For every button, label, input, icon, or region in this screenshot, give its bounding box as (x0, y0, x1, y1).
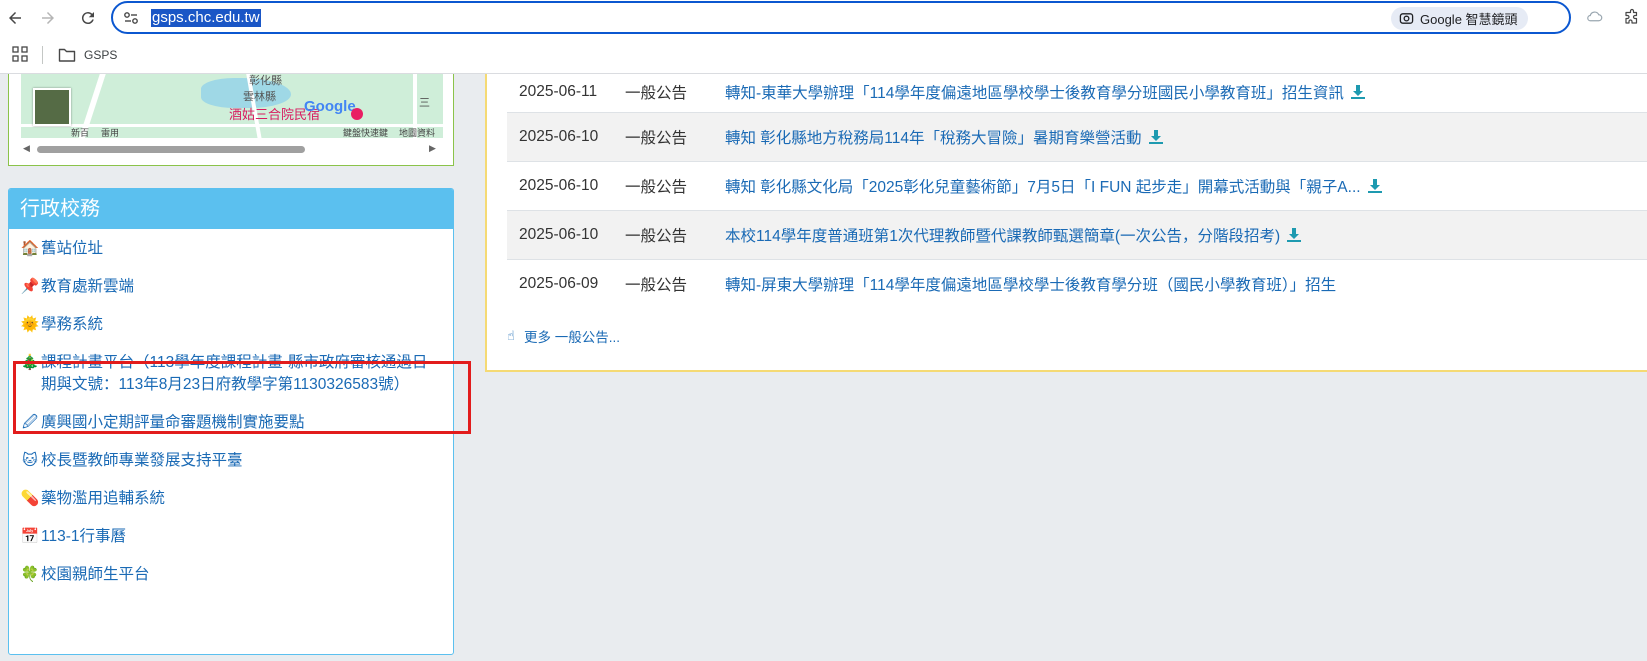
map-label-county: 雲林縣 (243, 91, 276, 103)
admin-link-label[interactable]: 舊站位址 (41, 238, 442, 260)
download-icon[interactable] (1286, 227, 1302, 243)
download-icon[interactable] (1148, 129, 1164, 145)
admin-link-label[interactable]: 廣興國小定期評量命審題機制實施要點 (41, 412, 442, 434)
extension-cloud-icon[interactable] (1586, 8, 1604, 26)
admin-link-label[interactable]: 教育處新雲端 (41, 276, 442, 298)
google-lens-button[interactable]: Google 智慧鏡頭 (1391, 7, 1528, 30)
admin-link-edu-cloud[interactable]: 📌 教育處新雲端 (20, 276, 442, 298)
announcement-title-link[interactable]: 本校114學年度普通班第1次代理教師暨代課教師甄選簡章(一次公告，分階段招考) (725, 224, 1280, 246)
announcement-date: 2025-06-10 (519, 226, 599, 243)
folder-icon (58, 48, 76, 62)
sun-icon: 🌞 (20, 316, 40, 333)
browser-toolbar: gsps.chc.edu.tw Google 智慧鏡頭 (0, 0, 1647, 36)
four-leaf-clover-icon: 🍀 (20, 566, 40, 583)
tree-icon: 🎄 (20, 354, 40, 371)
map-satellite-toggle[interactable] (33, 88, 71, 126)
house-icon: 🏠 (20, 240, 40, 257)
announcement-category: 一般公告 (625, 228, 688, 245)
announcement-category: 一般公告 (625, 179, 688, 196)
lens-icon (1399, 13, 1414, 24)
admin-link-calendar[interactable]: 📅 113-1行事曆 (20, 526, 442, 548)
admin-link-label[interactable]: 藥物濫用追輔系統 (41, 488, 442, 510)
back-arrow-icon (9, 12, 21, 24)
forward-button[interactable] (34, 4, 62, 32)
table-row: 2025-06-10 一般公告 本校114學年度普通班第1次代理教師暨代課教師甄… (507, 210, 1647, 259)
reload-button[interactable] (74, 4, 102, 32)
map-panel: 彰化縣 雲林縣 三 酒姑三合院民宿 Google 新百 雷用 鍵盤快速鍵 地圖資… (8, 74, 454, 166)
announcement-date: 2025-06-10 (519, 128, 599, 145)
announcements-table: 2025-06-11 一般公告 轉知-東華大學辦理「114學年度偏遠地區學校學士… (507, 74, 1647, 308)
map-data-link[interactable]: 地圖資料 (399, 126, 435, 138)
table-row: 2025-06-11 一般公告 轉知-東華大學辦理「114學年度偏遠地區學校學士… (507, 74, 1647, 112)
bookmark-folder-gsps[interactable]: GSPS (58, 45, 117, 65)
admin-link-label[interactable]: 學務系統 (41, 314, 442, 336)
map-label-a: 新百 (71, 128, 90, 138)
admin-link-parent-platform[interactable]: 🍀 校園親師生平台 (20, 564, 442, 586)
map-horizontal-scrollbar[interactable]: ◀ ▶ (21, 142, 443, 154)
announcements-panel: 2025-06-11 一般公告 轉知-東華大學辦理「114學年度偏遠地區學校學士… (485, 74, 1647, 372)
url-text[interactable]: gsps.chc.edu.tw (151, 9, 261, 27)
forward-arrow-icon (42, 12, 54, 24)
admin-link-curriculum-platform[interactable]: 🎄 課程計畫平台（113學年度課程計畫-縣市政府審核通過日期與文號：113年8月… (20, 352, 442, 396)
apps-grid-icon[interactable] (12, 46, 28, 62)
more-announcements-label[interactable]: 更多 一般公告... (524, 326, 620, 346)
table-row: 2025-06-09 一般公告 轉知-屏東大學辦理「114學年度偏遠地區學校學士… (507, 259, 1647, 308)
table-row: 2025-06-10 一般公告 轉知 彰化縣地方稅務局114年「稅務大冒險」暑期… (507, 112, 1647, 161)
bookmarks-divider (42, 46, 43, 64)
bookmarks-bar: GSPS (0, 36, 1647, 74)
map-pin-icon (351, 108, 363, 120)
admin-link-student-affairs[interactable]: 🌞 學務系統 (20, 314, 442, 336)
admin-link-label[interactable]: 校長暨教師專業發展支持平臺 (41, 450, 442, 472)
cat-face-icon: 🐱 (22, 452, 38, 469)
admin-panel: 行政校務 🏠 舊站位址 📌 教育處新雲端 🌞 學務系統 🎄 課程計畫平台（113… (8, 188, 454, 655)
scroll-left-arrow-icon[interactable]: ◀ (23, 143, 30, 154)
admin-link-assessment-rules[interactable]: 🖉 廣興國小定期評量命審題機制實施要點 (20, 412, 442, 434)
admin-link-old-site[interactable]: 🏠 舊站位址 (20, 238, 442, 260)
google-map-logo: Google (304, 98, 356, 115)
back-button[interactable] (1, 4, 29, 32)
admin-link-teacher-development[interactable]: 🐱 校長暨教師專業發展支持平臺 (20, 450, 442, 472)
more-announcements-link[interactable]: ☝ 更多 一般公告... (507, 326, 620, 346)
announcement-category: 一般公告 (625, 277, 688, 294)
admin-link-label[interactable]: 課程計畫平台（113學年度課程計畫-縣市政府審核通過日期與文號：113年8月23… (41, 352, 442, 396)
scrollbar-thumb[interactable] (37, 146, 305, 153)
announcement-date: 2025-06-09 (519, 275, 599, 292)
announcement-title-link[interactable]: 轉知-屏東大學辦理「114學年度偏遠地區學校學士後教育學分班（國民小學教育班）」… (725, 273, 1336, 295)
download-icon[interactable] (1350, 84, 1366, 100)
map-label-road: 彰化縣 (249, 75, 282, 87)
admin-link-drug-abuse-system[interactable]: 💊 藥物濫用追輔系統 (20, 488, 442, 510)
announcement-title-link[interactable]: 轉知 彰化縣地方稅務局114年「稅務大冒險」暑期育樂營活動 (725, 126, 1142, 148)
extensions-puzzle-icon[interactable] (1623, 8, 1641, 26)
calendar-icon: 📅 (20, 528, 40, 545)
table-row: 2025-06-10 一般公告 轉知 彰化縣文化局「2025彰化兒童藝術節」7月… (507, 161, 1647, 210)
admin-panel-title: 行政校務 (9, 189, 453, 229)
announcement-title-link[interactable]: 轉知 彰化縣文化局「2025彰化兒童藝術節」7月5日「I FUN 起步走」開幕式… (725, 175, 1361, 197)
embedded-map[interactable]: 彰化縣 雲林縣 三 酒姑三合院民宿 Google 新百 雷用 鍵盤快速鍵 地圖資… (21, 74, 443, 138)
address-bar[interactable]: gsps.chc.edu.tw Google 智慧鏡頭 (111, 1, 1571, 34)
map-label-right: 三 (419, 97, 430, 109)
bookmark-folder-label: GSPS (84, 48, 118, 62)
site-settings-icon[interactable] (123, 10, 139, 26)
admin-link-label[interactable]: 校園親師生平台 (41, 564, 442, 586)
page-content: 彰化縣 雲林縣 三 酒姑三合院民宿 Google 新百 雷用 鍵盤快速鍵 地圖資… (0, 74, 1647, 661)
map-keyboard-shortcuts-link[interactable]: 鍵盤快速鍵 (343, 126, 388, 138)
reload-icon (81, 12, 94, 25)
announcement-category: 一般公告 (625, 85, 688, 102)
lens-label: Google 智慧鏡頭 (1420, 12, 1518, 27)
announcement-title-link[interactable]: 轉知-東華大學辦理「114學年度偏遠地區學校學士後教育學分班國民小學教育班」招生… (725, 81, 1344, 103)
pointing-hand-icon: ☝ (507, 328, 515, 343)
pen-icon: 🖉 (22, 414, 38, 431)
admin-link-list: 🏠 舊站位址 📌 教育處新雲端 🌞 學務系統 🎄 課程計畫平台（113學年度課程… (9, 238, 453, 586)
announcement-category: 一般公告 (625, 130, 688, 147)
pill-icon: 💊 (20, 490, 40, 507)
announcement-date: 2025-06-10 (519, 177, 599, 194)
scroll-right-arrow-icon[interactable]: ▶ (429, 143, 436, 154)
map-label-b: 雷用 (101, 128, 120, 138)
admin-link-label[interactable]: 113-1行事曆 (41, 526, 442, 548)
download-icon[interactable] (1367, 178, 1383, 194)
pushpin-icon: 📌 (20, 278, 40, 295)
announcement-date: 2025-06-11 (519, 83, 598, 100)
